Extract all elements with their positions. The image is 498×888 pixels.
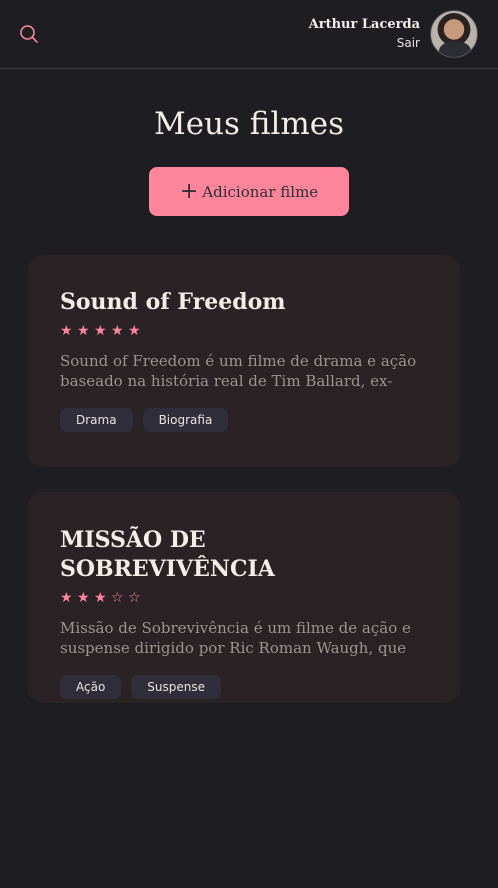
movie-card[interactable]: Sound of Freedom ★ ★ ★ ★ ★ Sound of Free… (28, 255, 460, 467)
rating-stars: ★ ★ ★ ☆ ☆ (60, 590, 141, 606)
search-icon[interactable] (18, 23, 40, 45)
logout-link[interactable]: Sair (397, 35, 420, 52)
tag: Suspense (131, 675, 222, 699)
tag: Drama (60, 408, 133, 432)
tag-list: Ação Suspense (60, 675, 428, 699)
add-movie-label: Adicionar filme (202, 182, 319, 201)
movie-card[interactable]: MISSÃO DE SOBREVIVÊNCIA ★ ★ ★ ☆ ☆ Missão… (28, 492, 460, 703)
add-movie-button[interactable]: + Adicionar filme (149, 167, 349, 216)
tag: Biografia (142, 408, 229, 432)
plus-icon: + (179, 178, 199, 204)
user-name: Arthur Lacerda (308, 17, 420, 32)
tag: Ação (60, 675, 122, 699)
movie-description: Sound of Freedom é um filme de drama e a… (60, 352, 417, 390)
profile-text: Arthur Lacerda Sair (309, 16, 420, 52)
movie-title: MISSÃO DE SOBREVIVÊNCIA (60, 527, 275, 582)
movie-description: Missão de Sobrevivência é um filme de aç… (60, 619, 411, 657)
tag-list: Drama Biografia (60, 408, 428, 432)
avatar[interactable] (430, 10, 478, 58)
rating-stars: ★ ★ ★ ★ ★ (60, 323, 141, 339)
page-title: Meus filmes (153, 106, 345, 142)
user-profile: Arthur Lacerda Sair (309, 10, 478, 58)
main-content: Meus filmes + Adicionar filme Sound of F… (0, 69, 498, 703)
movie-title: Sound of Freedom (60, 289, 286, 315)
app-header: Arthur Lacerda Sair (0, 0, 498, 69)
